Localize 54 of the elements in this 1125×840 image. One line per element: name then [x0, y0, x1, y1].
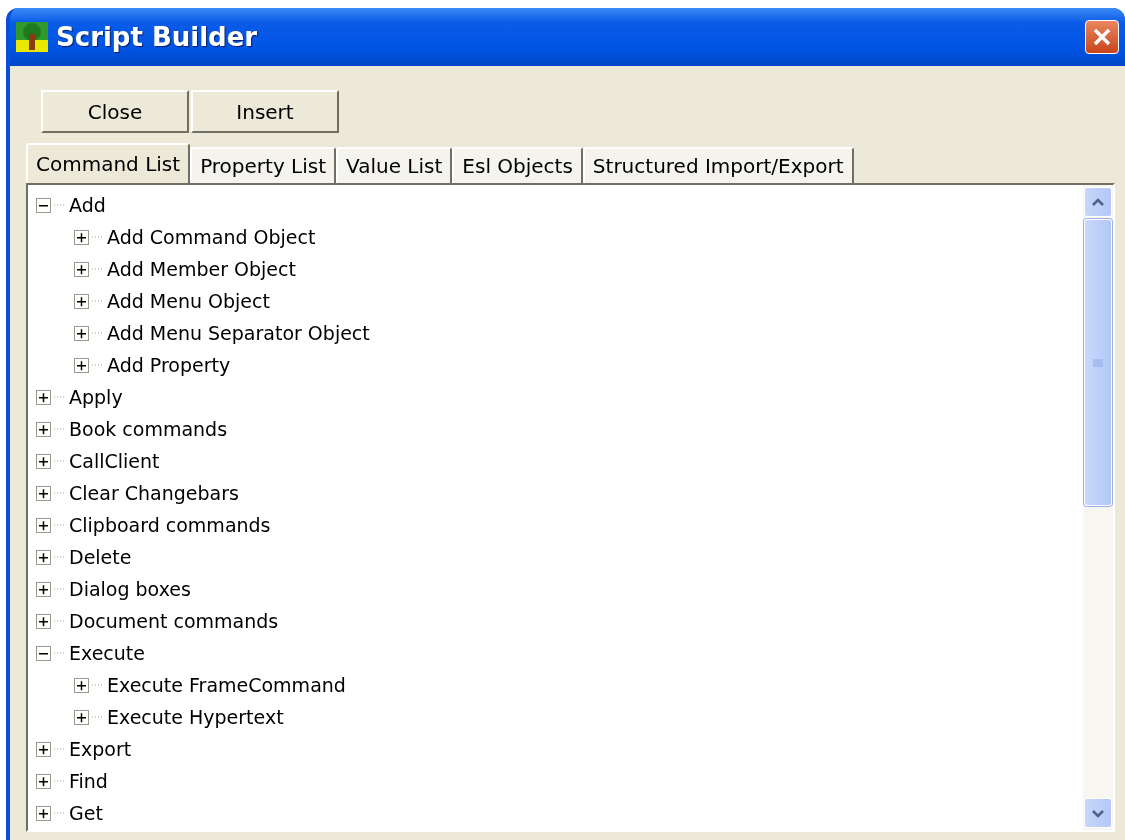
tree-item[interactable]: Dialog boxes [69, 578, 191, 600]
scroll-down-icon[interactable] [1084, 798, 1112, 828]
tree-item[interactable]: Delete [69, 546, 132, 568]
expand-icon[interactable] [36, 549, 51, 565]
tree-item[interactable]: Get [69, 802, 103, 824]
tab[interactable]: Value List [336, 147, 453, 183]
tree-item[interactable]: Add Menu Object [107, 290, 270, 312]
dialog-button[interactable]: Insert [191, 90, 339, 133]
tree-item[interactable]: Document commands [69, 610, 279, 632]
scrollbar-thumb[interactable] [1084, 219, 1112, 506]
collapse-icon[interactable] [36, 645, 51, 661]
tree-item[interactable]: Clipboard commands [69, 514, 271, 536]
expand-icon[interactable] [36, 773, 51, 789]
expand-icon[interactable] [36, 581, 51, 597]
tree-item[interactable]: Book commands [69, 418, 228, 440]
tree-item[interactable]: CallClient [69, 450, 160, 472]
tree-item[interactable]: Clear Changebars [69, 482, 239, 504]
expand-icon[interactable] [36, 517, 51, 533]
scrollbar[interactable] [1083, 185, 1113, 830]
window-title: Script Builder [56, 22, 259, 52]
expand-icon[interactable] [74, 261, 89, 277]
tab[interactable]: Structured Import/Export [582, 147, 854, 183]
collapse-icon[interactable] [36, 197, 51, 213]
tree-item[interactable]: Add Property [107, 354, 231, 376]
expand-icon[interactable] [74, 357, 89, 373]
tab[interactable]: Property List [190, 147, 337, 183]
tree-item[interactable]: Execute FrameCommand [107, 674, 346, 696]
expand-icon[interactable] [74, 709, 89, 725]
expand-icon[interactable] [36, 485, 51, 501]
expand-icon[interactable] [36, 741, 51, 757]
tree-item[interactable]: Execute Hypertext [107, 706, 284, 728]
expand-icon[interactable] [36, 805, 51, 821]
expand-icon[interactable] [74, 229, 89, 245]
tree-item[interactable]: Add Member Object [107, 258, 296, 280]
expand-icon[interactable] [36, 613, 51, 629]
expand-icon[interactable] [36, 421, 51, 437]
tree-item[interactable]: Export [69, 738, 132, 760]
tree-item[interactable]: Add [69, 194, 106, 216]
tab[interactable]: Esl Objects [452, 147, 583, 183]
scroll-up-icon[interactable] [1084, 187, 1112, 217]
expand-icon[interactable] [36, 389, 51, 405]
tree-item[interactable]: Add Command Object [107, 226, 316, 248]
expand-icon[interactable] [74, 677, 89, 693]
dialog-button[interactable]: Close [41, 90, 189, 133]
tree-item[interactable]: Find [69, 770, 108, 792]
close-icon[interactable] [1085, 20, 1119, 54]
expand-icon[interactable] [74, 325, 89, 341]
tab[interactable]: Command List [26, 143, 191, 183]
tree-item[interactable]: Add Menu Separator Object [107, 322, 370, 344]
tree-item[interactable]: Apply [69, 386, 123, 408]
expand-icon[interactable] [74, 293, 89, 309]
expand-icon[interactable] [36, 453, 51, 469]
tree-item[interactable]: Execute [69, 642, 145, 664]
tree-icon [16, 22, 48, 52]
